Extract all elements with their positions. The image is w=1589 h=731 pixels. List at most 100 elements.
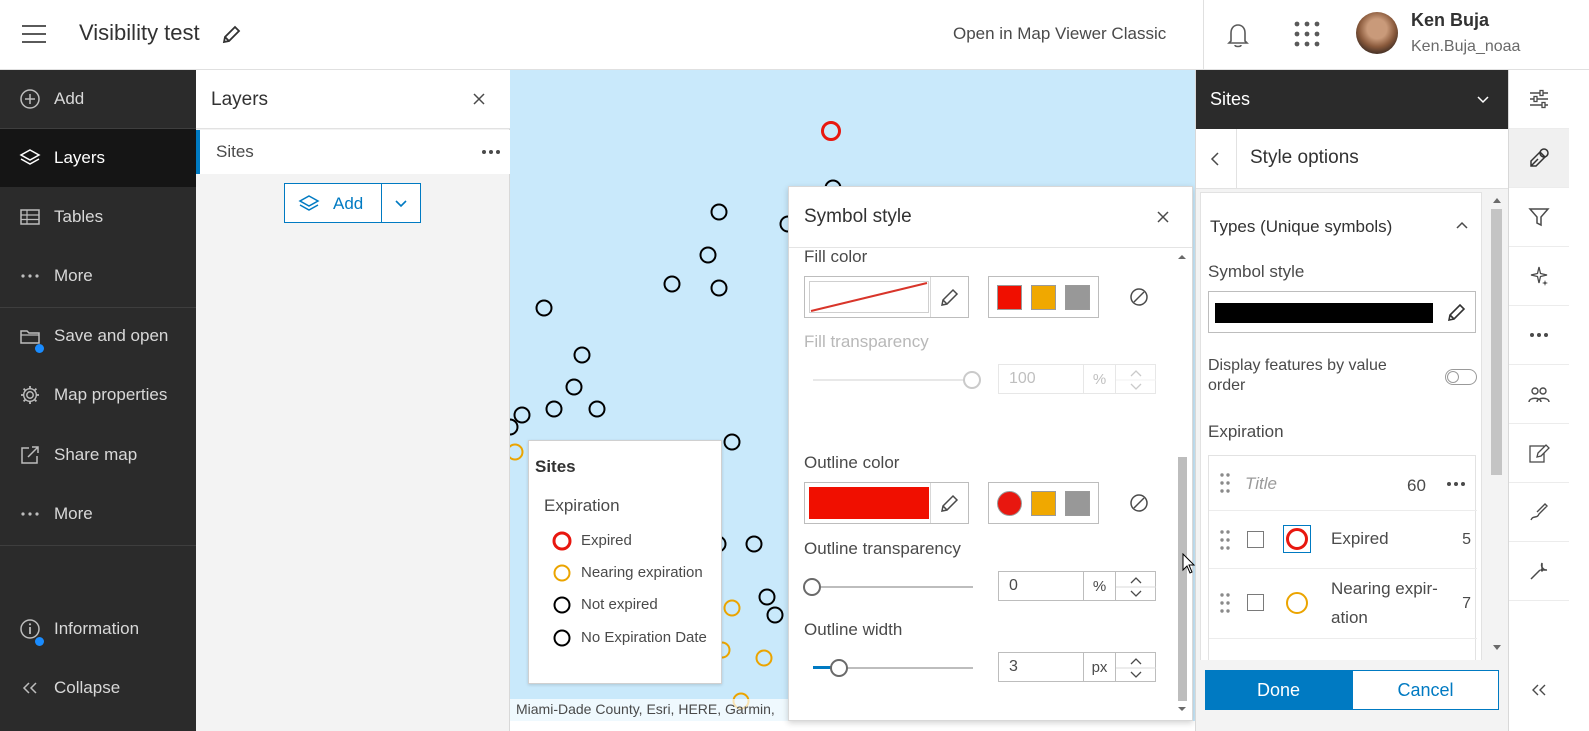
user-id[interactable]: Ken.Buja_noaa (1411, 38, 1520, 56)
tool-edit[interactable] (1509, 424, 1569, 483)
row-checkbox[interactable] (1247, 531, 1264, 548)
no-color-icon[interactable] (1128, 286, 1150, 308)
recent-color-red[interactable] (997, 285, 1022, 310)
outline-transparency-slider-thumb[interactable] (803, 578, 821, 596)
recent-color-red[interactable] (997, 491, 1022, 516)
outline-transparency-input[interactable]: 0 (998, 571, 1084, 601)
map-site-marker[interactable] (710, 203, 728, 221)
map-attribution: Miami-Dade County, Esri, HERE, Garmin, (510, 699, 790, 721)
map-site-marker[interactable] (821, 121, 841, 141)
nav-tables[interactable]: Tables (0, 188, 196, 246)
edit-title-pencil-icon[interactable] (220, 24, 242, 46)
map-site-marker[interactable] (699, 246, 717, 264)
fill-color-picker[interactable] (804, 276, 969, 318)
nav-map-properties[interactable]: Map properties (0, 366, 196, 424)
no-color-icon[interactable] (1128, 492, 1150, 514)
tool-properties[interactable] (1509, 70, 1569, 129)
outline-width-input[interactable]: 3 (998, 652, 1084, 682)
drag-handle-icon[interactable] (1219, 529, 1231, 551)
recent-color-orange[interactable] (1031, 285, 1056, 310)
tool-configure[interactable] (1509, 542, 1569, 601)
title-count: 60 (1407, 476, 1426, 495)
map-site-marker[interactable] (535, 299, 553, 317)
symbol-style-picker[interactable] (1208, 291, 1476, 333)
map-site-marker[interactable] (510, 443, 524, 461)
nav-share-map[interactable]: Share map (0, 426, 196, 484)
layer-item-sites[interactable]: Sites (196, 130, 510, 174)
nav-information[interactable]: Information (0, 600, 196, 658)
layer-options-ellipsis-icon[interactable] (480, 142, 502, 162)
nav-add[interactable]: Add (0, 70, 196, 128)
menu-icon[interactable] (22, 22, 48, 46)
map-site-marker[interactable] (573, 346, 591, 364)
map-site-marker[interactable] (545, 400, 563, 418)
style-panel-header[interactable]: Sites (1196, 70, 1509, 129)
row-checkbox[interactable] (1247, 594, 1264, 611)
map-site-marker[interactable] (710, 279, 728, 297)
outline-transparency-stepper-icon[interactable] (1116, 571, 1156, 601)
outline-color-picker[interactable] (804, 482, 969, 524)
panel-scrollbar[interactable] (1489, 193, 1505, 653)
map-site-marker[interactable] (510, 418, 519, 436)
tool-styles[interactable] (1509, 129, 1569, 188)
recent-color-orange[interactable] (1031, 491, 1056, 516)
map-site-marker[interactable] (745, 535, 763, 553)
nav-layers[interactable]: Layers (0, 129, 196, 187)
tool-filter[interactable] (1509, 188, 1569, 247)
cancel-button[interactable]: Cancel (1352, 670, 1499, 710)
tool-pop-ups[interactable] (1509, 365, 1569, 424)
recent-color-gray[interactable] (1065, 491, 1090, 516)
title-placeholder[interactable]: Title (1245, 474, 1277, 494)
drag-handle-icon[interactable] (1219, 592, 1231, 614)
display-by-value-order-label: Display features by value order (1208, 357, 1387, 394)
outline-width-slider-thumb[interactable] (830, 659, 848, 677)
tool-sketch[interactable] (1509, 483, 1569, 542)
recent-color-gray[interactable] (1065, 285, 1090, 310)
legend-item-label: Nearing expiration (581, 564, 703, 581)
user-name[interactable]: Ken Buja (1411, 10, 1489, 31)
value-order-toggle[interactable] (1445, 369, 1477, 385)
unique-value-row[interactable]: Expired 5 (1209, 511, 1477, 569)
map-site-marker[interactable] (758, 588, 776, 606)
nav-collapse[interactable]: Collapse (0, 659, 196, 717)
map-site-marker[interactable] (513, 406, 531, 424)
map-site-marker[interactable] (588, 400, 606, 418)
close-icon[interactable] (1155, 209, 1171, 225)
add-layer-dropdown[interactable] (381, 183, 421, 223)
types-section-title[interactable]: Types (Unique symbols) (1210, 217, 1392, 237)
chevron-down-icon[interactable] (1476, 92, 1490, 106)
tool-more[interactable] (1509, 306, 1569, 365)
chevron-up-icon[interactable] (1455, 219, 1469, 233)
map-site-marker[interactable] (663, 275, 681, 293)
nav-save-and-open[interactable]: Save and open (0, 307, 196, 365)
map-site-marker[interactable] (565, 378, 583, 396)
user-avatar[interactable] (1356, 12, 1398, 54)
tool-effects[interactable] (1509, 247, 1569, 306)
circle-symbol-icon[interactable] (1283, 525, 1311, 553)
nav-more-2[interactable]: More (0, 485, 196, 543)
pencil-icon[interactable] (938, 287, 960, 309)
circle-symbol-icon[interactable] (1283, 589, 1311, 617)
pencil-icon[interactable] (1445, 302, 1467, 324)
layers-icon (19, 147, 41, 169)
map-site-marker[interactable] (755, 649, 773, 667)
chevron-left-icon[interactable] (1206, 147, 1224, 171)
bell-icon[interactable] (1224, 20, 1252, 50)
map-site-marker[interactable] (766, 606, 784, 624)
effects-icon (1530, 266, 1548, 286)
map-site-marker[interactable] (723, 433, 741, 451)
app-launcher-grid-icon[interactable] (1293, 20, 1321, 48)
nav-more-1[interactable]: More (0, 247, 196, 305)
map-site-marker[interactable] (723, 599, 741, 617)
drag-handle-icon[interactable] (1219, 472, 1231, 494)
close-icon[interactable] (470, 90, 488, 108)
pencil-icon[interactable] (938, 493, 960, 515)
ellipsis-icon[interactable] (1445, 474, 1467, 494)
done-button[interactable]: Done (1205, 670, 1352, 710)
double-chevron-left-icon[interactable] (1529, 680, 1549, 700)
popover-scrollbar[interactable] (1173, 249, 1191, 719)
legend-item-label: Expired (581, 532, 632, 549)
outline-width-stepper-icon[interactable] (1116, 652, 1156, 682)
unique-value-row[interactable]: Nearing expir­ation 7 (1209, 569, 1477, 639)
open-map-viewer-classic-link[interactable]: Open in Map Viewer Classic (953, 24, 1166, 44)
